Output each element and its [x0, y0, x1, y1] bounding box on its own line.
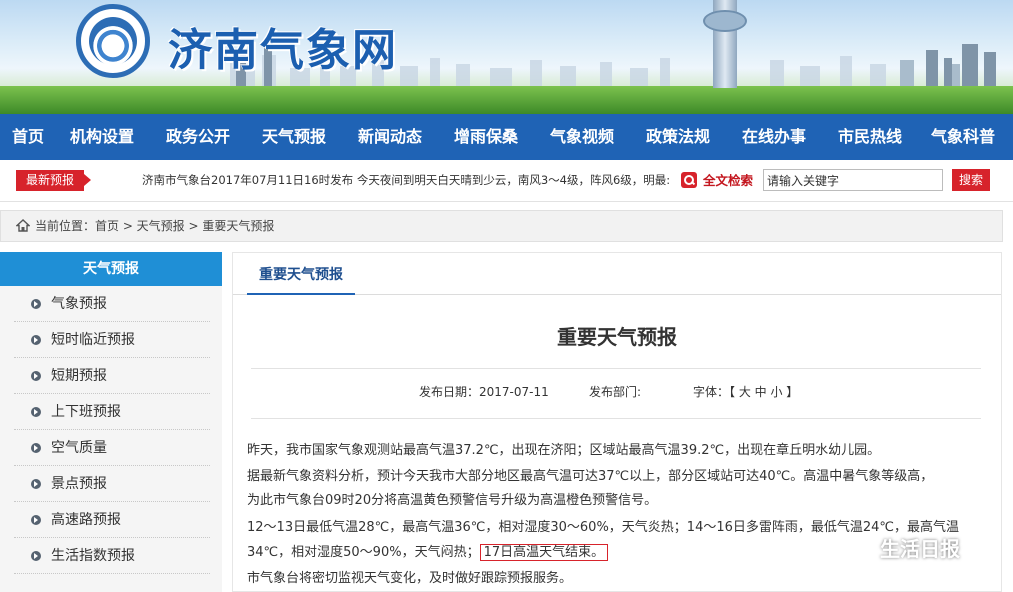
nav-item-weather-forecast[interactable]: 天气预报	[246, 114, 342, 160]
search-icon	[681, 172, 697, 188]
sidebar-item-commute[interactable]: 上下班预报	[14, 394, 210, 430]
sidebar-title: 天气预报	[0, 252, 222, 286]
sidebar-item-highway[interactable]: 高速路预报	[14, 502, 210, 538]
nav-item-hotline[interactable]: 市民热线	[822, 114, 918, 160]
sidebar-item-weather-forecast[interactable]: 气象预报	[14, 286, 210, 322]
publish-department: 发布部门:	[589, 385, 642, 399]
nav-item-news[interactable]: 新闻动态	[342, 114, 438, 160]
watermark-text: 生活日报	[880, 536, 960, 561]
article-text: 34℃，相对湿度50～90%，天气闷热；	[247, 545, 480, 560]
article-paragraph: 据最新气象资料分析，预计今天我市大部分地区最高气温可达37℃以上，部分区域站可达…	[247, 469, 934, 484]
tab-bar: 重要天气预报	[233, 253, 1001, 295]
nav-item-policy[interactable]: 政策法规	[630, 114, 726, 160]
arrow-bullet-icon	[31, 335, 41, 345]
breadcrumb: 当前位置：首页 > 天气预报 > 重要天气预报	[0, 210, 1003, 242]
nav-item-rain-enhancement[interactable]: 增雨保桑	[438, 114, 534, 160]
search-button[interactable]: 搜索	[952, 169, 990, 191]
sidebar-item-label: 景点预报	[51, 476, 107, 492]
nav-item-weather-video[interactable]: 气象视频	[534, 114, 630, 160]
sidebar-item-label: 上下班预报	[51, 404, 121, 420]
sidebar-item-label: 短期预报	[51, 368, 107, 384]
breadcrumb-text[interactable]: 当前位置：首页 > 天气预报 > 重要天气预报	[35, 211, 274, 241]
arrow-bullet-icon	[31, 515, 41, 525]
font-size-control[interactable]: 字体：【 大 中 小 】	[693, 383, 798, 400]
article-paragraph: 为此市气象台09时20分将高温黄色预警信号升级为高温橙色预警信号。	[247, 493, 658, 508]
sidebar-item-life-index[interactable]: 生活指数预报	[14, 538, 210, 574]
sidebar-item-label: 高速路预报	[51, 512, 121, 528]
sidebar-item-air-quality[interactable]: 空气质量	[14, 430, 210, 466]
publish-date: 发布日期：2017-07-11	[419, 385, 549, 399]
watermark: 生活日报	[834, 531, 960, 563]
forecast-ticker[interactable]: 济南市气象台2017年07月11日16时发布 今天夜间到明天白天晴到少云，南风3…	[142, 170, 672, 191]
nav-item-public-affairs[interactable]: 政务公开	[150, 114, 246, 160]
tab-important-forecast[interactable]: 重要天气预报	[247, 253, 355, 295]
arrow-bullet-icon	[31, 299, 41, 309]
divider	[251, 418, 981, 419]
sidebar-item-nowcast[interactable]: 短时临近预报	[14, 322, 210, 358]
main-nav: 首页 机构设置 政务公开 天气预报 新闻动态 增雨保桑 气象视频 政策法规 在线…	[0, 114, 1013, 160]
sidebar-item-label: 生活指数预报	[51, 548, 135, 564]
home-icon	[16, 219, 30, 232]
search-input[interactable]	[763, 169, 943, 191]
arrow-bullet-icon	[31, 407, 41, 417]
header-banner: 济南气象网	[0, 0, 1013, 114]
nav-item-home[interactable]: 首页	[4, 114, 52, 160]
article-paragraph: 市气象台将密切监视天气变化，及时做好跟踪预报服务。	[247, 571, 573, 586]
article-title: 重要天气预报	[557, 325, 677, 349]
nav-item-science[interactable]: 气象科普	[918, 114, 1008, 160]
site-logo[interactable]	[76, 4, 150, 78]
nav-item-organization[interactable]: 机构设置	[54, 114, 150, 160]
arrow-bullet-icon	[31, 443, 41, 453]
sidebar-item-scenic[interactable]: 景点预报	[14, 466, 210, 502]
sidebar-item-label: 气象预报	[51, 296, 107, 312]
latest-forecast-tag: 最新预报	[16, 170, 91, 191]
nav-item-online-services[interactable]: 在线办事	[726, 114, 822, 160]
arrow-bullet-icon	[31, 479, 41, 489]
arrow-bullet-icon	[31, 551, 41, 561]
sidebar-item-short-term[interactable]: 短期预报	[14, 358, 210, 394]
article-paragraph: 34℃，相对湿度50～90%，天气闷热； 17日高温天气结束。	[247, 541, 609, 565]
article-paragraph: 昨天，我市国家气象观测站最高气温37.2℃，出现在济阳；区域站最高气温39.2℃…	[247, 443, 881, 458]
sidebar: 天气预报 气象预报 短时临近预报 短期预报 上下班预报 空气质量 景点预报 高速…	[0, 252, 222, 592]
latest-forecast-bar: 最新预报 济南市气象台2017年07月11日16时发布 今天夜间到明天白天晴到少…	[0, 160, 1013, 202]
sidebar-item-label: 短时临近预报	[51, 332, 135, 348]
highlighted-text: 17日高温天气结束。	[479, 544, 609, 561]
arrow-bullet-icon	[31, 371, 41, 381]
wechat-icon	[836, 535, 871, 559]
landmark-tower-top	[703, 10, 747, 32]
grass-strip	[0, 86, 1013, 114]
divider	[251, 368, 981, 369]
sidebar-item-label: 空气质量	[51, 440, 107, 456]
site-title[interactable]: 济南气象网	[168, 14, 398, 78]
fulltext-search-label: 全文检索	[703, 173, 754, 188]
